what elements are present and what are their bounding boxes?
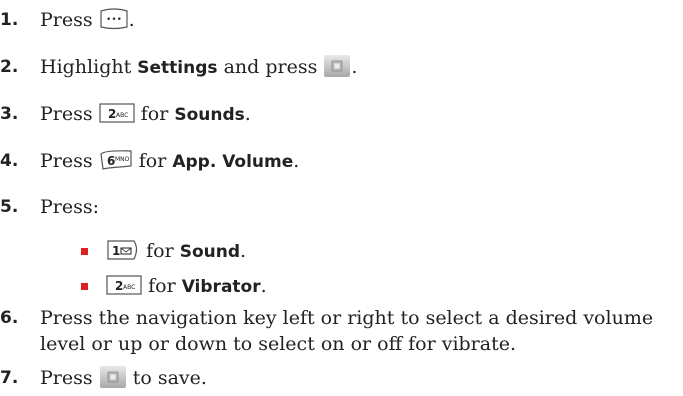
substep-text: for [148, 275, 176, 297]
step-text: Press [40, 367, 93, 389]
substep-text-end: . [240, 240, 247, 262]
step-text-end: to save. [132, 367, 207, 389]
settings-label: Settings [137, 58, 218, 78]
step-text-line-1: Press the navigation key left or right t… [40, 307, 654, 329]
ok-key-icon [99, 365, 127, 389]
bullet-icon [81, 282, 88, 290]
step-text: Press: [40, 196, 100, 218]
key-2-letters: ABC [116, 112, 128, 119]
key-1-digit: 1 [112, 244, 120, 258]
menu-key-glyph: ••• [106, 15, 122, 25]
substep-text-end: . [260, 275, 267, 297]
bullet-icon [81, 247, 88, 255]
step-number: 6. [0, 308, 19, 328]
vibrator-label: Vibrator [181, 277, 261, 297]
step-text: Press [40, 9, 93, 31]
key-1-voicemail-icon: 1 [106, 239, 140, 261]
app-volume-label: App. Volume [172, 152, 294, 172]
step-text: Press [40, 103, 93, 125]
step-number: 7. [0, 368, 19, 388]
key-6-mno-icon: 6 MNO [99, 148, 133, 172]
instruction-page: 1. Press ••• . 2. Highlight Settings and… [0, 0, 683, 396]
step-text-mid: for [138, 150, 167, 172]
step-text-mid: for [140, 103, 169, 125]
key-2-abc-icon: 2 ABC [99, 102, 135, 124]
step-text-mid: and press [223, 56, 318, 78]
step-number: 1. [0, 10, 19, 30]
step-text-end: . [351, 56, 358, 78]
menu-key-icon: ••• [99, 7, 129, 31]
ok-key-icon [323, 54, 351, 78]
step-text-end: . [128, 9, 135, 31]
step-number: 5. [0, 197, 19, 217]
step-text-end: . [293, 150, 300, 172]
step-text-end: . [244, 103, 251, 125]
sounds-label: Sounds [174, 105, 245, 125]
sound-label: Sound [179, 242, 240, 262]
step-text: Press [40, 150, 93, 172]
substep-vibrator: 2 ABC for Vibrator. [81, 273, 267, 300]
step-number: 2. [0, 57, 19, 77]
substep-text: for [146, 240, 174, 262]
substep-sound: 1 for Sound. [81, 238, 246, 265]
key-2-abc-icon: 2 ABC [106, 274, 142, 296]
key-6-letters: MNO [115, 156, 130, 163]
step-text: Highlight [40, 56, 132, 78]
step-number: 4. [0, 151, 19, 171]
key-2-letters: ABC [123, 284, 135, 291]
step-number: 3. [0, 104, 19, 124]
step-text-line-2: level or up or down to select on or off … [40, 333, 517, 355]
